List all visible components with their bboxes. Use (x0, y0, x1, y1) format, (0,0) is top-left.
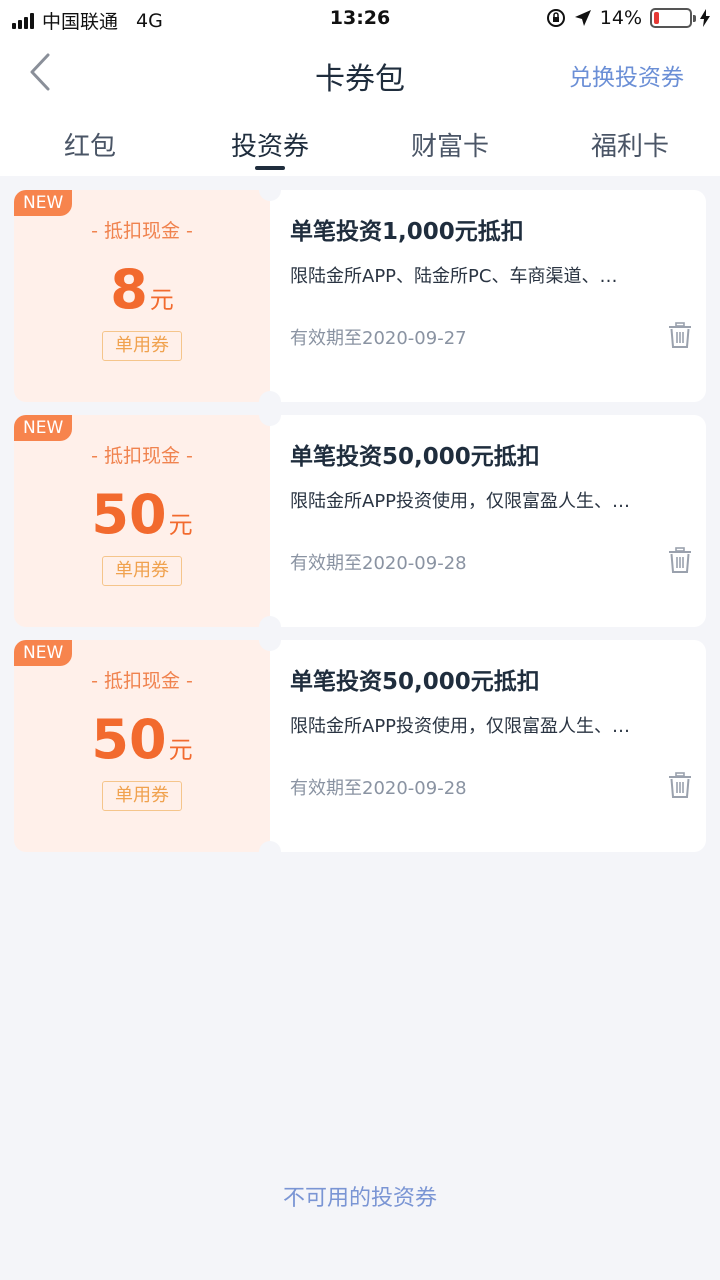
coupon-usage-tag: 单用券 (102, 556, 182, 586)
coupon-description: 限陆金所APP投资使用，仅限富盈人生、… (290, 716, 631, 737)
coupon-amount-value: 50 (91, 483, 167, 546)
battery-fill (654, 12, 659, 24)
coupon-usage-tag: 单用券 (102, 331, 182, 361)
coupon-card[interactable]: NEW - 抵扣现金 - 8元 单用券 单笔投资1,000元抵扣 限陆金所APP… (14, 179, 706, 413)
new-badge: NEW (14, 190, 73, 216)
coupon-amount-unit: 元 (149, 286, 174, 314)
coupon-info-panel: 单笔投资50,000元抵扣 限陆金所APP投资使用，仅限富盈人生、… 有效期至2… (270, 415, 706, 627)
coupon-usage-tag: 单用券 (102, 781, 182, 811)
ticket-notch (259, 841, 281, 863)
ticket-notch (259, 629, 281, 651)
coupon-amount-unit: 元 (168, 736, 193, 764)
coupon-title: 单笔投资50,000元抵扣 (290, 444, 540, 470)
battery-percent: 14% (599, 7, 642, 29)
coupon-info-panel: 单笔投资50,000元抵扣 限陆金所APP投资使用，仅限富盈人生、… 有效期至2… (270, 640, 706, 852)
coupon-amount-value: 8 (110, 258, 148, 321)
coupon-amount-value: 50 (91, 708, 167, 771)
coupon-value-panel: NEW - 抵扣现金 - 50元 单用券 (14, 415, 270, 627)
tab-red-packet[interactable]: 红包 (0, 112, 180, 176)
ticket-notch (259, 179, 281, 201)
trash-icon[interactable] (668, 547, 692, 573)
orientation-lock-icon (546, 9, 565, 27)
coupon-list: NEW - 抵扣现金 - 8元 单用券 单笔投资1,000元抵扣 限陆金所APP… (14, 179, 706, 865)
coupon-title: 单笔投资1,000元抵扣 (290, 219, 524, 245)
location-icon (574, 10, 591, 26)
tab-wealth-card[interactable]: 财富卡 (360, 112, 540, 176)
exchange-coupon-link[interactable]: 兑换投资券 (569, 58, 684, 92)
coupon-description: 限陆金所APP、陆金所PC、车商渠道、… (290, 266, 618, 287)
coupon-card[interactable]: NEW - 抵扣现金 - 50元 单用券 单笔投资50,000元抵扣 限陆金所A… (14, 404, 706, 638)
tab-bar: 红包 投资券 财富卡 福利卡 (0, 112, 720, 176)
coupon-type: - 抵扣现金 - (91, 220, 193, 242)
tab-investment-coupon[interactable]: 投资券 (180, 112, 360, 176)
coupon-amount: 50元 (14, 483, 270, 546)
battery-icon (650, 8, 696, 28)
status-bar: 中国联通 4G 13:26 14% (0, 0, 720, 38)
coupon-title: 单笔投资50,000元抵扣 (290, 669, 540, 695)
trash-icon[interactable] (668, 772, 692, 798)
coupon-expiry: 有效期至2020-09-28 (290, 553, 467, 574)
coupon-type: - 抵扣现金 - (91, 670, 193, 692)
coupon-info-panel: 单笔投资1,000元抵扣 限陆金所APP、陆金所PC、车商渠道、… 有效期至20… (270, 190, 706, 402)
coupon-amount: 8元 (14, 258, 270, 321)
coupon-value-panel: NEW - 抵扣现金 - 8元 单用券 (14, 190, 270, 402)
nav-header: 卡券包 兑换投资券 (0, 38, 720, 112)
back-button[interactable] (28, 52, 68, 98)
ticket-notch (259, 404, 281, 426)
coupon-type: - 抵扣现金 - (91, 445, 193, 467)
coupon-card[interactable]: NEW - 抵扣现金 - 50元 单用券 单笔投资50,000元抵扣 限陆金所A… (14, 629, 706, 863)
unavailable-coupons-link[interactable]: 不可用的投资券 (0, 1180, 720, 1212)
coupon-amount-unit: 元 (168, 511, 193, 539)
new-badge: NEW (14, 415, 73, 441)
coupon-description: 限陆金所APP投资使用，仅限富盈人生、… (290, 491, 631, 512)
chevron-left-icon (30, 53, 50, 91)
new-badge: NEW (14, 640, 73, 666)
charging-icon (700, 9, 710, 27)
coupon-expiry: 有效期至2020-09-27 (290, 328, 467, 349)
coupon-expiry: 有效期至2020-09-28 (290, 778, 467, 799)
trash-icon[interactable] (668, 322, 692, 348)
coupon-amount: 50元 (14, 708, 270, 771)
coupon-value-panel: NEW - 抵扣现金 - 50元 单用券 (14, 640, 270, 852)
tab-benefit-card[interactable]: 福利卡 (540, 112, 720, 176)
